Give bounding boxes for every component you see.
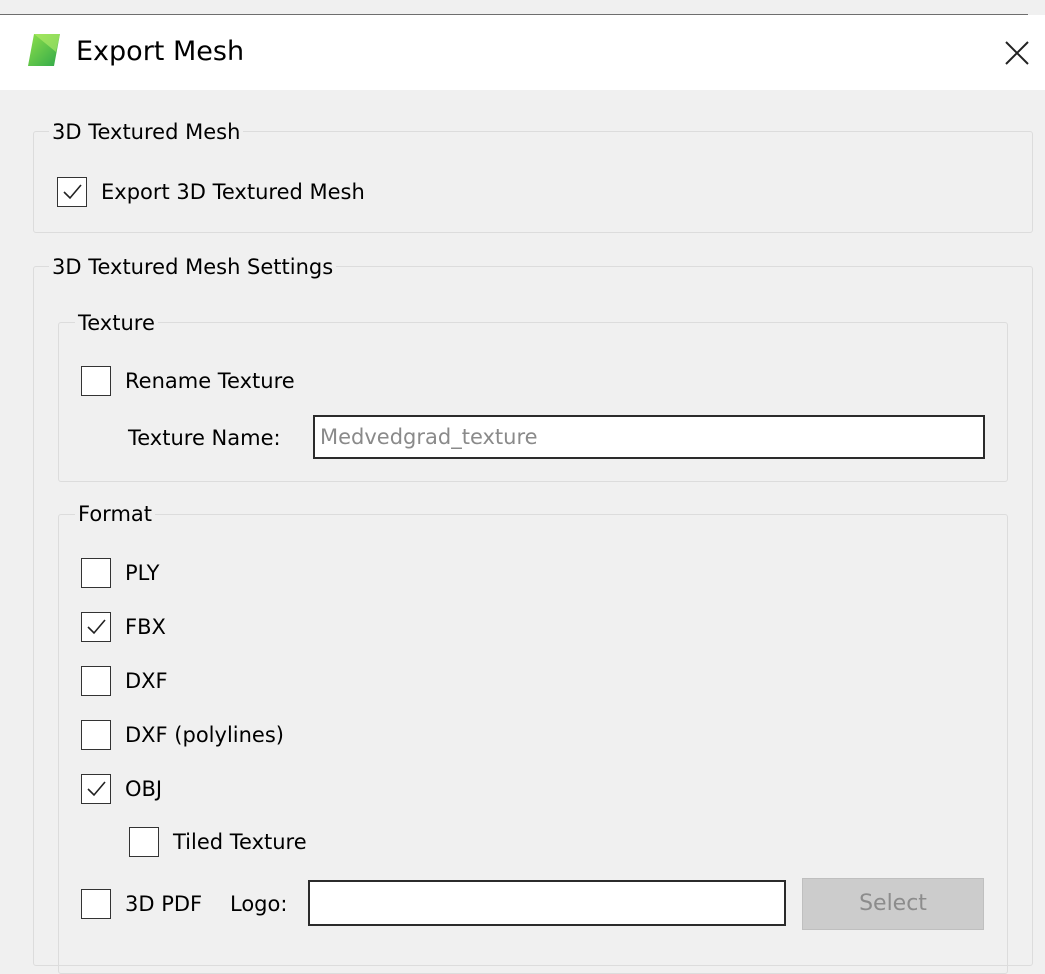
obj-checkbox[interactable] xyxy=(81,774,111,804)
logo-label: Logo: xyxy=(230,892,288,916)
rename-texture-row[interactable]: Rename Texture xyxy=(81,366,295,396)
window-title: Export Mesh xyxy=(76,36,245,67)
ply-label: PLY xyxy=(125,561,160,585)
dxf-polylines-checkbox[interactable] xyxy=(81,720,111,750)
texture-name-label: Texture Name: xyxy=(128,426,281,450)
export-mesh-checkbox[interactable] xyxy=(57,177,87,207)
texture-name-input[interactable] xyxy=(313,415,985,459)
checkmark-icon xyxy=(87,619,106,635)
pdf-label: 3D PDF xyxy=(125,892,203,916)
export-mesh-row[interactable]: Export 3D Textured Mesh xyxy=(57,177,365,207)
rename-texture-label: Rename Texture xyxy=(125,369,295,393)
checkmark-icon xyxy=(87,781,106,797)
dxf-label: DXF xyxy=(125,669,168,693)
format-option-ply[interactable]: PLY xyxy=(81,558,159,588)
format-option-fbx[interactable]: FBX xyxy=(81,612,166,642)
fbx-label: FBX xyxy=(125,615,166,639)
texture-group-title: Texture xyxy=(75,309,158,337)
logo-input[interactable] xyxy=(308,880,786,926)
tiled-texture-label: Tiled Texture xyxy=(173,830,307,854)
dxf-polylines-label: DXF (polylines) xyxy=(125,723,284,747)
format-option-dxf-polylines[interactable]: DXF (polylines) xyxy=(81,720,284,750)
fbx-checkbox[interactable] xyxy=(81,612,111,642)
tiled-texture-row[interactable]: Tiled Texture xyxy=(129,827,307,857)
close-button[interactable] xyxy=(992,32,1040,72)
app-logo-icon xyxy=(28,34,60,66)
mesh-group-title: 3D Textured Mesh xyxy=(49,118,244,146)
tiled-texture-checkbox[interactable] xyxy=(129,827,159,857)
pdf-checkbox[interactable] xyxy=(81,889,111,919)
close-icon xyxy=(1005,41,1029,65)
settings-group-title: 3D Textured Mesh Settings xyxy=(49,253,337,281)
export-mesh-label: Export 3D Textured Mesh xyxy=(101,180,365,204)
obj-label: OBJ xyxy=(125,777,163,801)
pdf-row[interactable]: 3D PDF xyxy=(81,889,202,919)
select-logo-button[interactable]: Select xyxy=(802,878,984,930)
dxf-checkbox[interactable] xyxy=(81,666,111,696)
rename-texture-checkbox[interactable] xyxy=(81,366,111,396)
format-group-title: Format xyxy=(75,500,156,528)
format-option-obj[interactable]: OBJ xyxy=(81,774,162,804)
ply-checkbox[interactable] xyxy=(81,558,111,588)
checkmark-icon xyxy=(63,184,82,200)
format-option-dxf[interactable]: DXF xyxy=(81,666,168,696)
